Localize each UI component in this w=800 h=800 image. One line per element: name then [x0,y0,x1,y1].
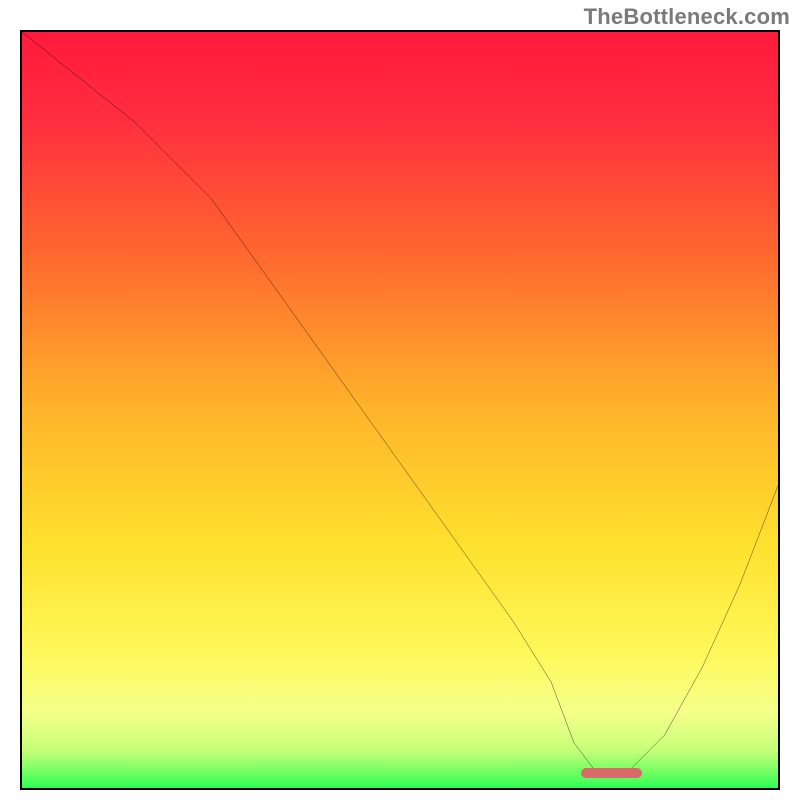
bottleneck-curve [22,32,778,788]
watermark-text: TheBottleneck.com [584,4,790,30]
chart-area [20,30,780,790]
optimum-marker [581,768,641,778]
